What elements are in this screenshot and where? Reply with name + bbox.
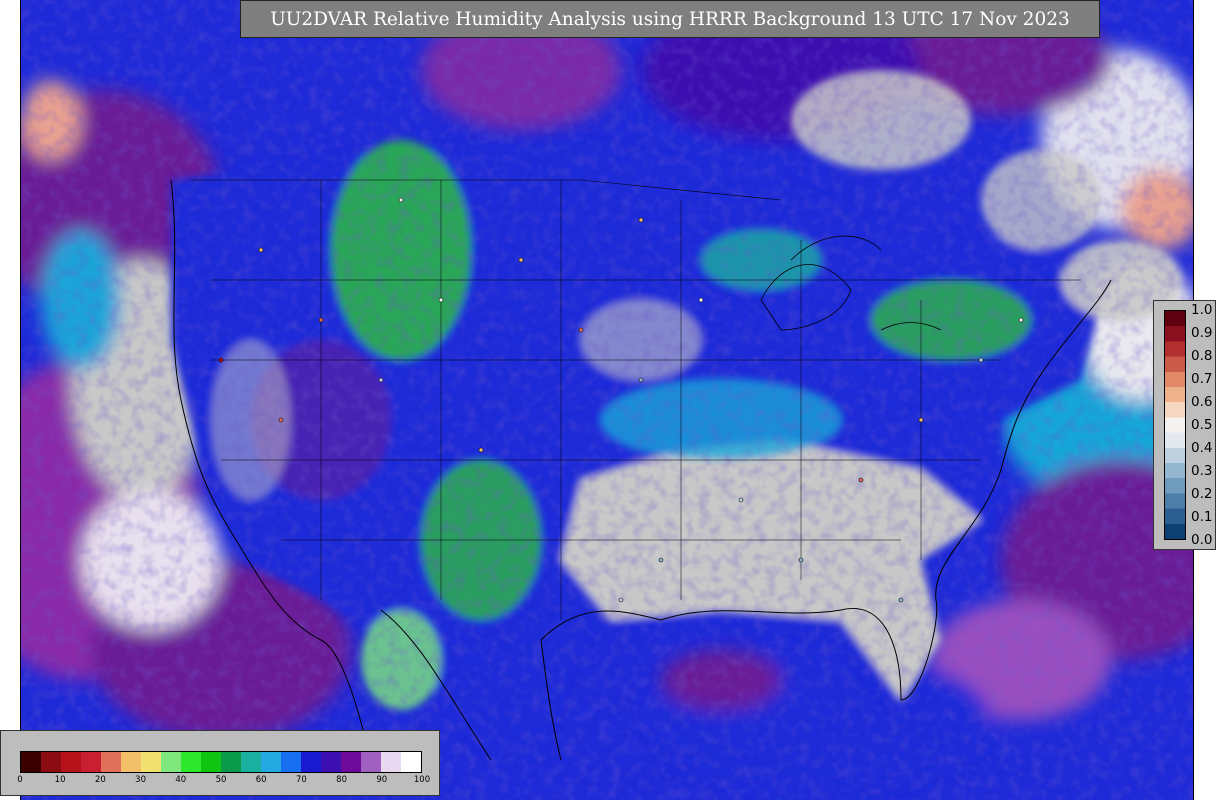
station-colorbar-tick: 0.5 xyxy=(1191,417,1213,433)
station-colorbar-tick: 0.0 xyxy=(1191,532,1213,548)
humidity-colorbar-tick: 30 xyxy=(135,775,147,785)
station-colorbar-tick: 0.6 xyxy=(1191,394,1213,410)
station-colorbar-tick: 0.1 xyxy=(1191,509,1213,525)
humidity-colorbar-tick: 10 xyxy=(54,775,66,785)
map-title-text: UU2DVAR Relative Humidity Analysis using… xyxy=(270,8,1070,30)
station-colorbar-tick: 0.2 xyxy=(1191,486,1213,502)
humidity-colorbar-tick: 80 xyxy=(336,775,348,785)
humidity-colorbar-tick: 70 xyxy=(295,775,307,785)
humidity-colorbar-tick: 100 xyxy=(413,775,431,785)
station-colorbar-tick: 0.7 xyxy=(1191,371,1213,387)
humidity-colorbar-tick: 20 xyxy=(94,775,106,785)
humidity-colorbar-tick: 50 xyxy=(215,775,227,785)
station-colorbar-tick: 0.9 xyxy=(1191,325,1213,341)
station-colorbar: 0.0 0.1 0.2 0.3 0.4 0.5 0.6 0.7 0.8 0.9 1.0 xyxy=(1153,300,1216,550)
station-colorbar-gradient xyxy=(1164,310,1186,540)
humidity-colorbar-tick: 90 xyxy=(376,775,388,785)
humidity-colorbar-tick: 0 xyxy=(17,775,23,785)
humidity-map xyxy=(21,0,1193,800)
humidity-colorbar-tick: 60 xyxy=(255,775,267,785)
map-frame xyxy=(20,0,1194,800)
humidity-colorbar-tick: 40 xyxy=(175,775,187,785)
humidity-colorbar: 0 10 20 30 40 50 60 70 80 90 100 xyxy=(0,730,440,796)
station-colorbar-tick: 0.3 xyxy=(1191,463,1213,479)
station-colorbar-tick: 0.8 xyxy=(1191,348,1213,364)
station-colorbar-tick: 1.0 xyxy=(1191,302,1213,318)
humidity-colorbar-ticks: 0 10 20 30 40 50 60 70 80 90 100 xyxy=(1,731,441,797)
map-title: UU2DVAR Relative Humidity Analysis using… xyxy=(240,0,1100,38)
station-colorbar-tick: 0.4 xyxy=(1191,440,1213,456)
